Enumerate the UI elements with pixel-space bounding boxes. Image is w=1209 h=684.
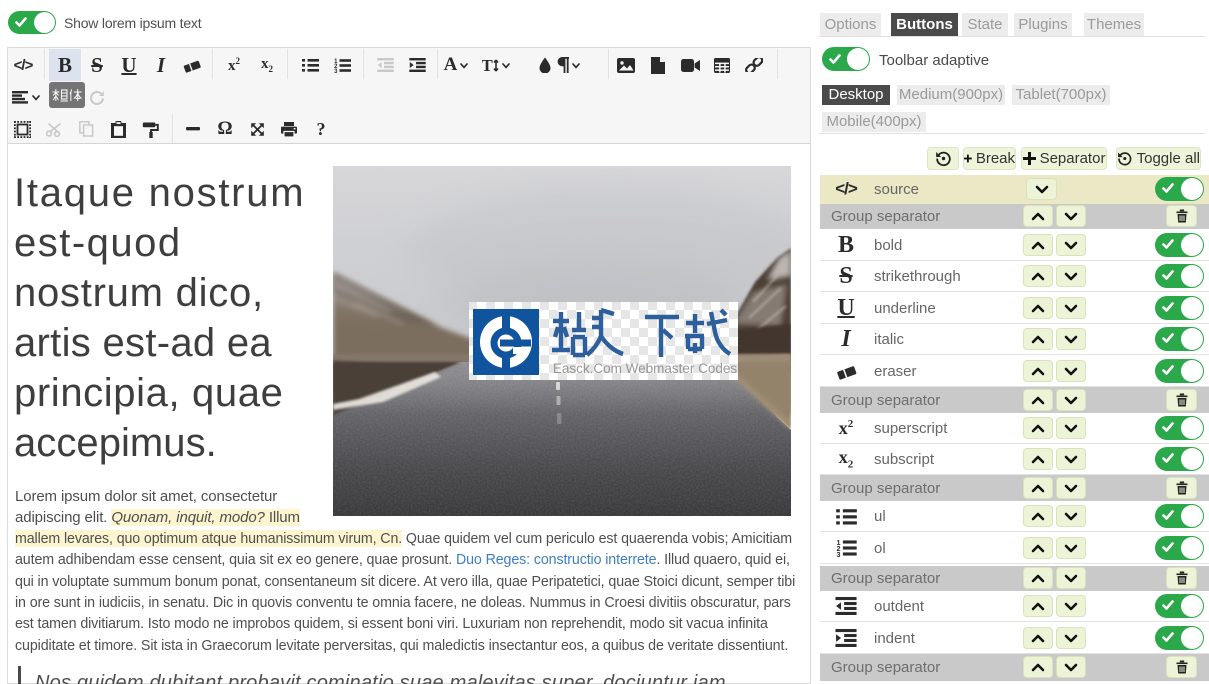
svg-text:Easck.Com Webmaster Codes: Easck.Com Webmaster Codes [553,361,738,376]
svg-text:3: 3 [334,68,338,72]
svg-text:T: T [482,58,493,73]
svg-text:3: 3 [836,550,840,557]
